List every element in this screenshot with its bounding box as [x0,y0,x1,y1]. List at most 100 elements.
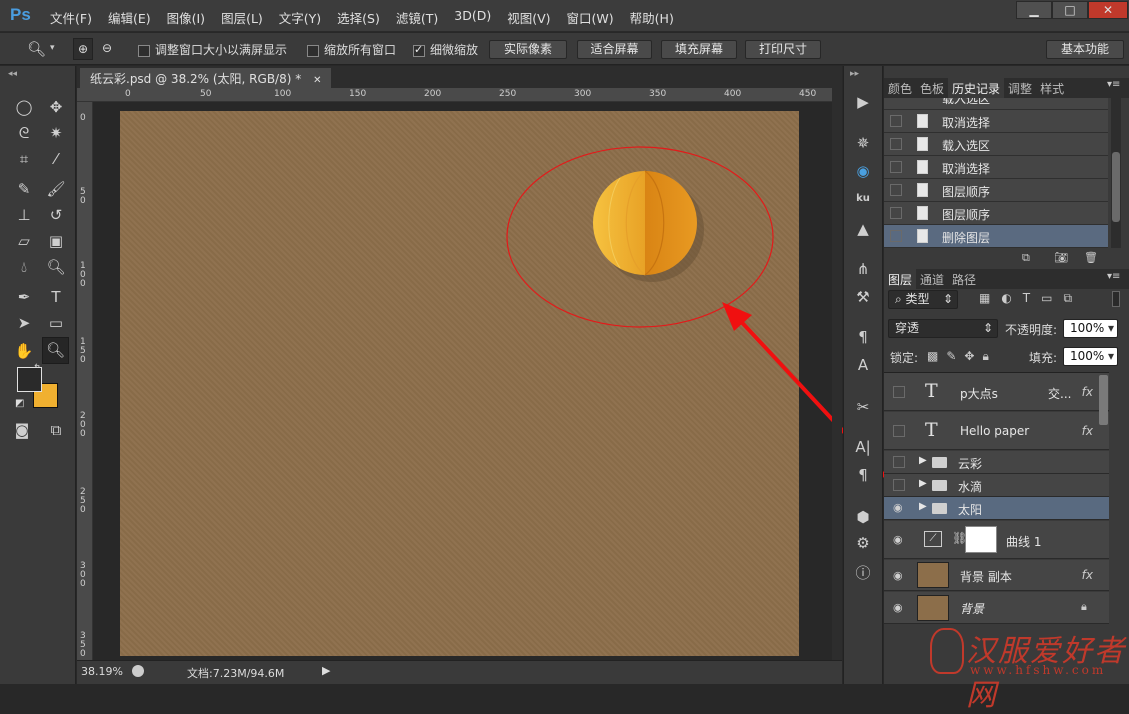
history-item[interactable]: 载入选区 [884,98,1108,110]
new-document-from-state-icon[interactable]: ⧉ [1022,251,1030,265]
history-item[interactable]: 取消选择 [884,156,1108,179]
layer-row[interactable]: ◉ 背景 🔒︎ [884,592,1109,624]
collapse-arrows-icon[interactable]: ▸▸ [850,69,859,79]
text-layer-icon: T [925,419,938,441]
document-icon [917,183,928,197]
eye-icon[interactable]: ◉ [893,601,903,614]
tab-styles[interactable]: 样式 [1036,78,1068,99]
layers-panel-tabs: 图层 通道 路径 [884,269,1129,290]
visibility-toggle[interactable] [893,456,905,468]
tool-presets-icon[interactable]: ⚒ [852,286,874,308]
opacity-input[interactable]: 100% ▾ [1063,319,1118,338]
3d-icon[interactable]: ⬢ [852,506,874,528]
expand-arrow-icon[interactable]: ▶ [919,501,927,512]
brush-presets-icon[interactable]: ⋔ [852,258,874,280]
eye-icon[interactable]: ◉ [893,533,903,546]
layer-mask-thumbnail[interactable] [965,526,997,553]
zoom-level[interactable]: 38.19% [81,665,123,678]
fx-icon[interactable]: fx [1082,424,1093,438]
expand-arrow-icon[interactable]: ▶ [919,478,927,489]
panel-menu-icon[interactable]: ▾≡ [1107,79,1120,90]
watermark-seal-icon [930,628,964,674]
blend-mode-select[interactable]: 穿透 ⇕ [888,319,998,338]
layer-group-row[interactable]: ▶ 水滴 [884,474,1109,497]
status-menu-arrow-icon[interactable]: ▶ [322,664,330,677]
layer-name: 云彩 [958,457,983,471]
properties-icon[interactable]: ⚙ [852,532,874,554]
kuler-icon[interactable]: ku [852,188,874,210]
eye-icon[interactable]: ◉ [893,501,903,514]
visibility-toggle[interactable] [893,479,905,491]
tools-icon[interactable]: ✂ [852,396,874,418]
folder-icon [932,457,947,468]
history-item[interactable]: 图层顺序 [884,179,1108,202]
history-scrollbar[interactable] [1111,98,1121,248]
fx-icon[interactable]: fx [1082,385,1093,399]
layer-group-row[interactable]: ▶ 云彩 [884,451,1109,474]
layers-scrollbar[interactable] [1099,373,1108,583]
tab-swatches[interactable]: 色板 [916,78,948,99]
layer-thumbnail[interactable] [917,562,949,588]
document-icon [917,114,928,128]
paragraph-styles-icon[interactable]: ¶ [852,326,874,348]
tab-adjustments[interactable]: 调整 [1004,78,1036,99]
history-item[interactable]: 图层顺序 [884,202,1108,225]
panel-menu-icon[interactable]: ▾≡ [1107,271,1120,282]
tab-layers[interactable]: 图层 [884,269,917,290]
lock-label: 锁定: [890,351,919,365]
visibility-toggle[interactable] [893,386,905,398]
document-icon [917,229,928,243]
play-action-icon[interactable]: ▶ [852,91,874,113]
layer-name: p大点s [960,387,998,401]
tab-history[interactable]: 历史记录 [948,78,1005,99]
history-item-selected[interactable]: 删除图层 [884,225,1108,248]
vertical-scrollbar[interactable] [832,88,842,660]
layer-row[interactable]: ◉ ⟋ ⛓︎ 曲线 1 [884,521,1109,559]
history-item[interactable]: 载入选区 [884,133,1108,156]
visibility-toggle[interactable] [893,425,905,437]
eye-icon[interactable]: ◉ [893,569,903,582]
text-layer-icon: T [925,380,938,402]
layer-extra: 交... [1048,387,1072,401]
color-wheel-icon[interactable]: ◉ [852,160,874,182]
tab-color[interactable]: 颜色 [884,78,916,99]
layer-thumbnail[interactable] [917,595,949,621]
curves-adjustment-icon: ⟋ [924,531,942,547]
fill-input[interactable]: 100% ▾ [1063,347,1118,366]
layer-row[interactable]: ◉ 背景 副本 fx [884,560,1109,591]
character-styles-icon[interactable]: A [852,354,874,376]
tab-channels[interactable]: 通道 [916,269,948,290]
layer-name: Hello paper [960,424,1030,438]
opacity-label: 不透明度: [1005,323,1058,337]
layer-name: 背景 副本 [960,570,1012,584]
filter-toggle[interactable] [1112,291,1120,307]
layer-filter-icons[interactable]: ▦◐T▭⧉ [979,291,1083,306]
layer-name: 曲线 1 [1006,535,1042,549]
histogram-icon[interactable]: ▲ [852,218,874,240]
layer-name: 背景 [960,602,985,616]
paragraph-icon[interactable]: ¶ [852,464,874,486]
snapshot-icon[interactable]: 📷︎ [1054,251,1068,264]
layer-filter-select[interactable]: ⌕ 类型 ⇕ [888,290,958,309]
layer-name: 水滴 [958,480,983,494]
lock-icons[interactable]: ▩✎✥🔒︎ [927,349,997,364]
fx-icon[interactable]: fx [1082,568,1093,582]
character-icon[interactable]: A| [852,436,874,458]
navigator-icon[interactable]: ✵ [852,132,874,154]
expand-arrow-icon[interactable]: ▶ [919,455,927,466]
layer-group-row-selected[interactable]: ◉ ▶ 太阳 [884,497,1109,520]
layer-row[interactable]: T Hello paper fx [884,412,1109,450]
fill-label: 填充: [1029,351,1058,365]
watermark-url: www.hfshw.com [970,663,1107,677]
document-icon [917,160,928,174]
document-size: 文档:7.23M/94.6M [187,667,285,680]
tab-paths[interactable]: 路径 [948,269,980,290]
lock-icon: 🔒︎ [1081,600,1087,613]
status-icon[interactable] [132,665,144,677]
trash-icon[interactable]: 🗑︎ [1084,251,1098,264]
layer-row[interactable]: T p大点s 交... fx [884,373,1109,411]
history-item[interactable]: 取消选择 [884,110,1108,133]
history-panel-tabs: 颜色 色板 历史记录 调整 样式 [884,78,1129,99]
info-icon[interactable]: ⓘ [852,562,874,584]
document-icon [917,206,928,220]
